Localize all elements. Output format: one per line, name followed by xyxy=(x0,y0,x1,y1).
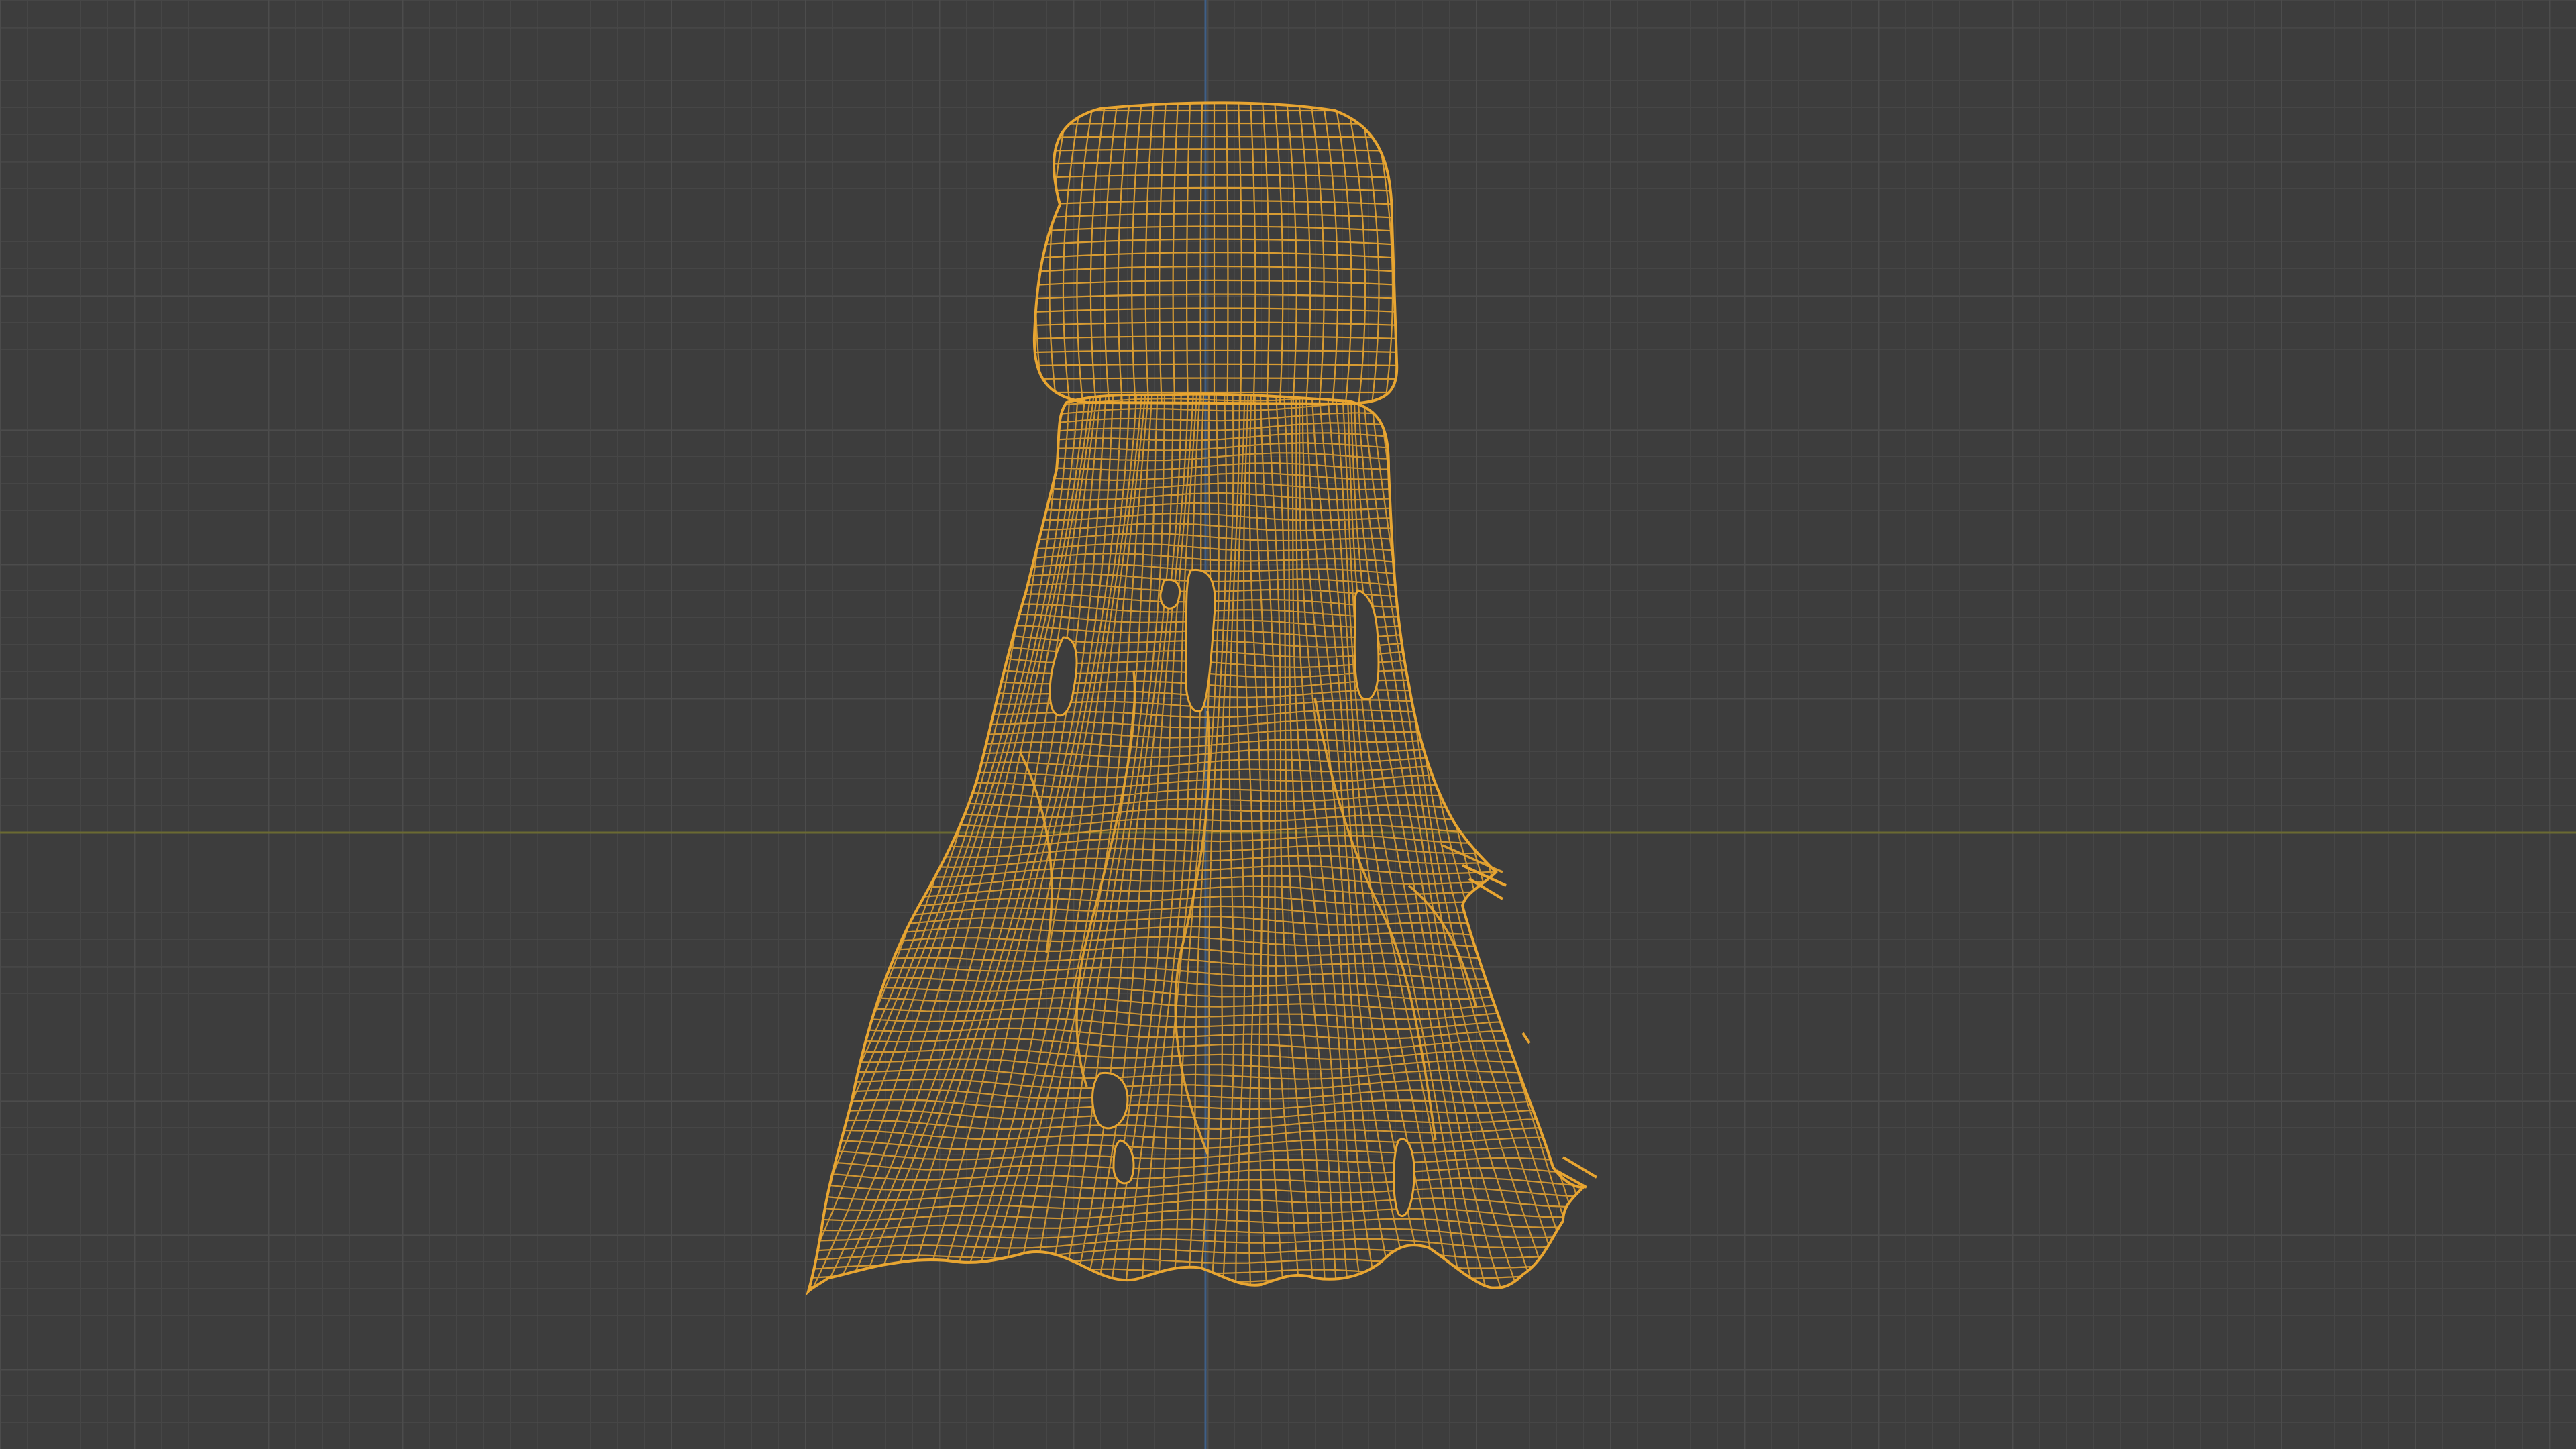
3d-viewport[interactable] xyxy=(0,0,2576,1449)
hole-lower-left xyxy=(1091,1071,1129,1130)
grid-floor-major xyxy=(0,0,2576,1449)
hole-right-tear xyxy=(1393,1138,1415,1217)
viewport-canvas[interactable] xyxy=(0,0,2576,1449)
hole-upper-mid xyxy=(1159,578,1181,610)
